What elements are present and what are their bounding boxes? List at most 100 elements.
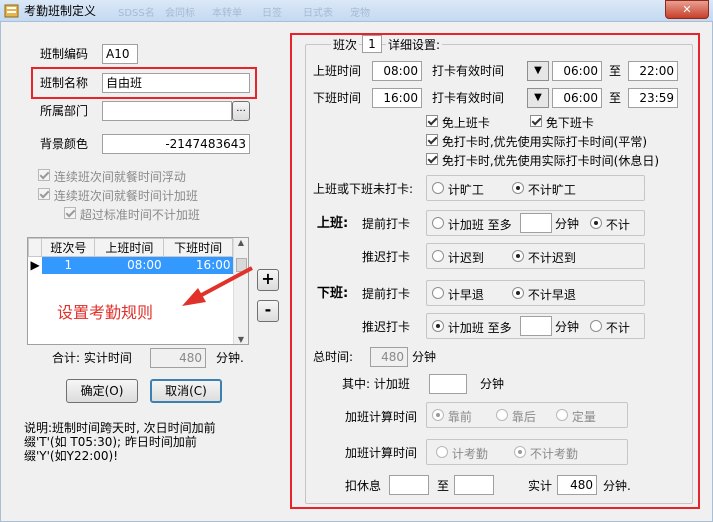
scroll-down-icon[interactable]: ▼ (234, 335, 248, 344)
off-valid-dropdown[interactable]: ▼ (527, 88, 549, 108)
free-actual-normal-checkbox[interactable]: 免打卡时,优先使用实际打卡时间(平常) (426, 133, 647, 150)
off-valid-from-input[interactable]: 06:00 (552, 88, 602, 108)
ot-front-radio[interactable]: 靠前 (432, 408, 472, 425)
on-valid-to-input[interactable]: 22:00 (628, 61, 678, 81)
ghost-tab: 日签 (262, 8, 282, 19)
radio-icon (436, 446, 448, 458)
ok-button[interactable]: 确定(O) (66, 379, 138, 403)
off-time-input[interactable]: 16:00 (372, 88, 422, 108)
miss-not-absent-radio[interactable]: 不计旷工 (512, 181, 576, 198)
ghost-tab: SDSS名 (118, 8, 155, 19)
remove-shift-button[interactable]: - (257, 300, 279, 322)
on-early-not-count-radio[interactable]: 不计 (590, 216, 630, 233)
on-valid-dropdown[interactable]: ▼ (527, 61, 549, 81)
add-shift-button[interactable]: + (257, 269, 279, 291)
checkbox-icon (426, 134, 438, 146)
off-late-overtime-radio[interactable]: 计加班 至多 (432, 319, 512, 336)
total-unit: 分钟. (216, 351, 244, 365)
actual-unit: 分钟. (603, 479, 631, 493)
off-valid-to-input[interactable]: 23:59 (628, 88, 678, 108)
break-to-input[interactable] (454, 475, 494, 495)
on-to-label: 至 (609, 64, 622, 78)
checkbox-icon (426, 115, 438, 127)
title-bar: 考勤班制定义 SDSS名 会同标 本转单 日签 日式表 宠物 ✕ (0, 0, 713, 22)
total-label: 合计: 实计时间 (52, 351, 132, 365)
ot-att-count-radio[interactable]: 计考勤 (436, 445, 488, 462)
code-label: 班制编码 (40, 47, 89, 61)
on-valid-from-input[interactable]: 06:00 (552, 61, 602, 81)
column-header: 下班时间 (163, 238, 233, 257)
ghost-tab: 宠物 (350, 8, 370, 19)
column-header: 上班时间 (94, 238, 165, 257)
off-late-label: 推迟打卡 (362, 320, 411, 334)
actual-label: 实计 (528, 479, 553, 493)
row-pointer-icon: ▶ (28, 256, 42, 274)
off-to-label: 至 (609, 91, 622, 105)
radio-icon (432, 409, 444, 421)
free-off-checkbox[interactable]: 免下班卡 (530, 114, 594, 131)
radio-icon (432, 217, 444, 229)
radio-icon (556, 409, 568, 421)
off-early-label: 提前打卡 (362, 287, 411, 301)
miss-absent-radio[interactable]: 计旷工 (432, 181, 484, 198)
dept-input[interactable] (102, 101, 232, 121)
off-valid-label: 打卡有效时间 (432, 91, 505, 105)
ot-fixed-radio[interactable]: 定量 (556, 408, 596, 425)
work-on-label: 上班: (317, 216, 349, 231)
on-early-unit: 分钟 (555, 217, 580, 231)
off-late-not-count-radio[interactable]: 不计 (590, 319, 630, 336)
of-which-label: 其中: 计加班 (342, 377, 410, 391)
actual-input[interactable]: 480 (557, 475, 597, 495)
radio-icon (512, 287, 524, 299)
app-icon (4, 4, 19, 18)
on-early-overtime-radio[interactable]: 计加班 至多 (432, 216, 512, 233)
on-late-count-radio[interactable]: 计迟到 (432, 249, 484, 266)
of-which-unit: 分钟 (480, 377, 505, 391)
on-late-not-count-radio[interactable]: 不计迟到 (512, 249, 576, 266)
on-time-input[interactable]: 08:00 (372, 61, 422, 81)
cancel-button[interactable]: 取消(C) (150, 379, 222, 403)
ot-back-radio[interactable]: 靠后 (496, 408, 536, 425)
ot-calc-label: 加班计算时间 (345, 410, 418, 424)
scroll-up-icon[interactable]: ▲ (234, 238, 248, 247)
of-which-input[interactable] (429, 374, 467, 394)
radio-icon (512, 182, 524, 194)
check-float[interactable]: 连续班次间就餐时间浮动 (38, 168, 186, 185)
ot-att-not-count-radio[interactable]: 不计考勤 (514, 445, 578, 462)
radio-icon (432, 287, 444, 299)
radio-icon (432, 320, 444, 332)
check-overtime[interactable]: 连续班次间就餐时间计加班 (38, 187, 198, 204)
check-exceed[interactable]: 超过标准时间不计加班 (64, 206, 200, 223)
radio-icon (512, 250, 524, 262)
total-time-value: 480 (370, 347, 408, 367)
annotation-text: 设置考勤规则 (57, 303, 154, 322)
on-late-label: 推迟打卡 (362, 250, 411, 264)
shift-label: 班次 (331, 37, 360, 53)
dept-browse-button[interactable]: ... (232, 101, 250, 121)
free-actual-rest-checkbox[interactable]: 免打卡时,优先使用实际打卡时间(休息日) (426, 152, 659, 169)
off-late-max-input[interactable] (520, 316, 552, 336)
close-button[interactable]: ✕ (665, 0, 709, 19)
break-from-input[interactable] (389, 475, 429, 495)
shift-no-input[interactable]: 1 (362, 35, 382, 53)
off-early-not-count-radio[interactable]: 不计早退 (512, 286, 576, 303)
chevron-down-icon: ▼ (534, 65, 542, 76)
radio-icon (590, 320, 602, 332)
on-early-label: 提前打卡 (362, 217, 411, 231)
free-on-checkbox[interactable]: 免上班卡 (426, 114, 490, 131)
code-input[interactable]: A10 (102, 44, 138, 64)
on-time-label: 上班时间 (313, 64, 362, 78)
bg-color-input[interactable]: -2147483643 (102, 134, 250, 154)
close-icon: ✕ (682, 3, 692, 16)
radio-icon (590, 217, 602, 229)
on-early-max-input[interactable] (520, 213, 552, 233)
total-time-unit: 分钟 (412, 350, 437, 364)
off-early-count-radio[interactable]: 计早退 (432, 286, 484, 303)
bg-color-label: 背景颜色 (40, 137, 89, 151)
radio-icon (496, 409, 508, 421)
total-value: 480 (150, 348, 206, 368)
name-input[interactable]: 自由班 (102, 73, 250, 93)
radio-icon (432, 250, 444, 262)
checkbox-icon (38, 188, 50, 200)
column-header: 班次号 (41, 238, 96, 257)
